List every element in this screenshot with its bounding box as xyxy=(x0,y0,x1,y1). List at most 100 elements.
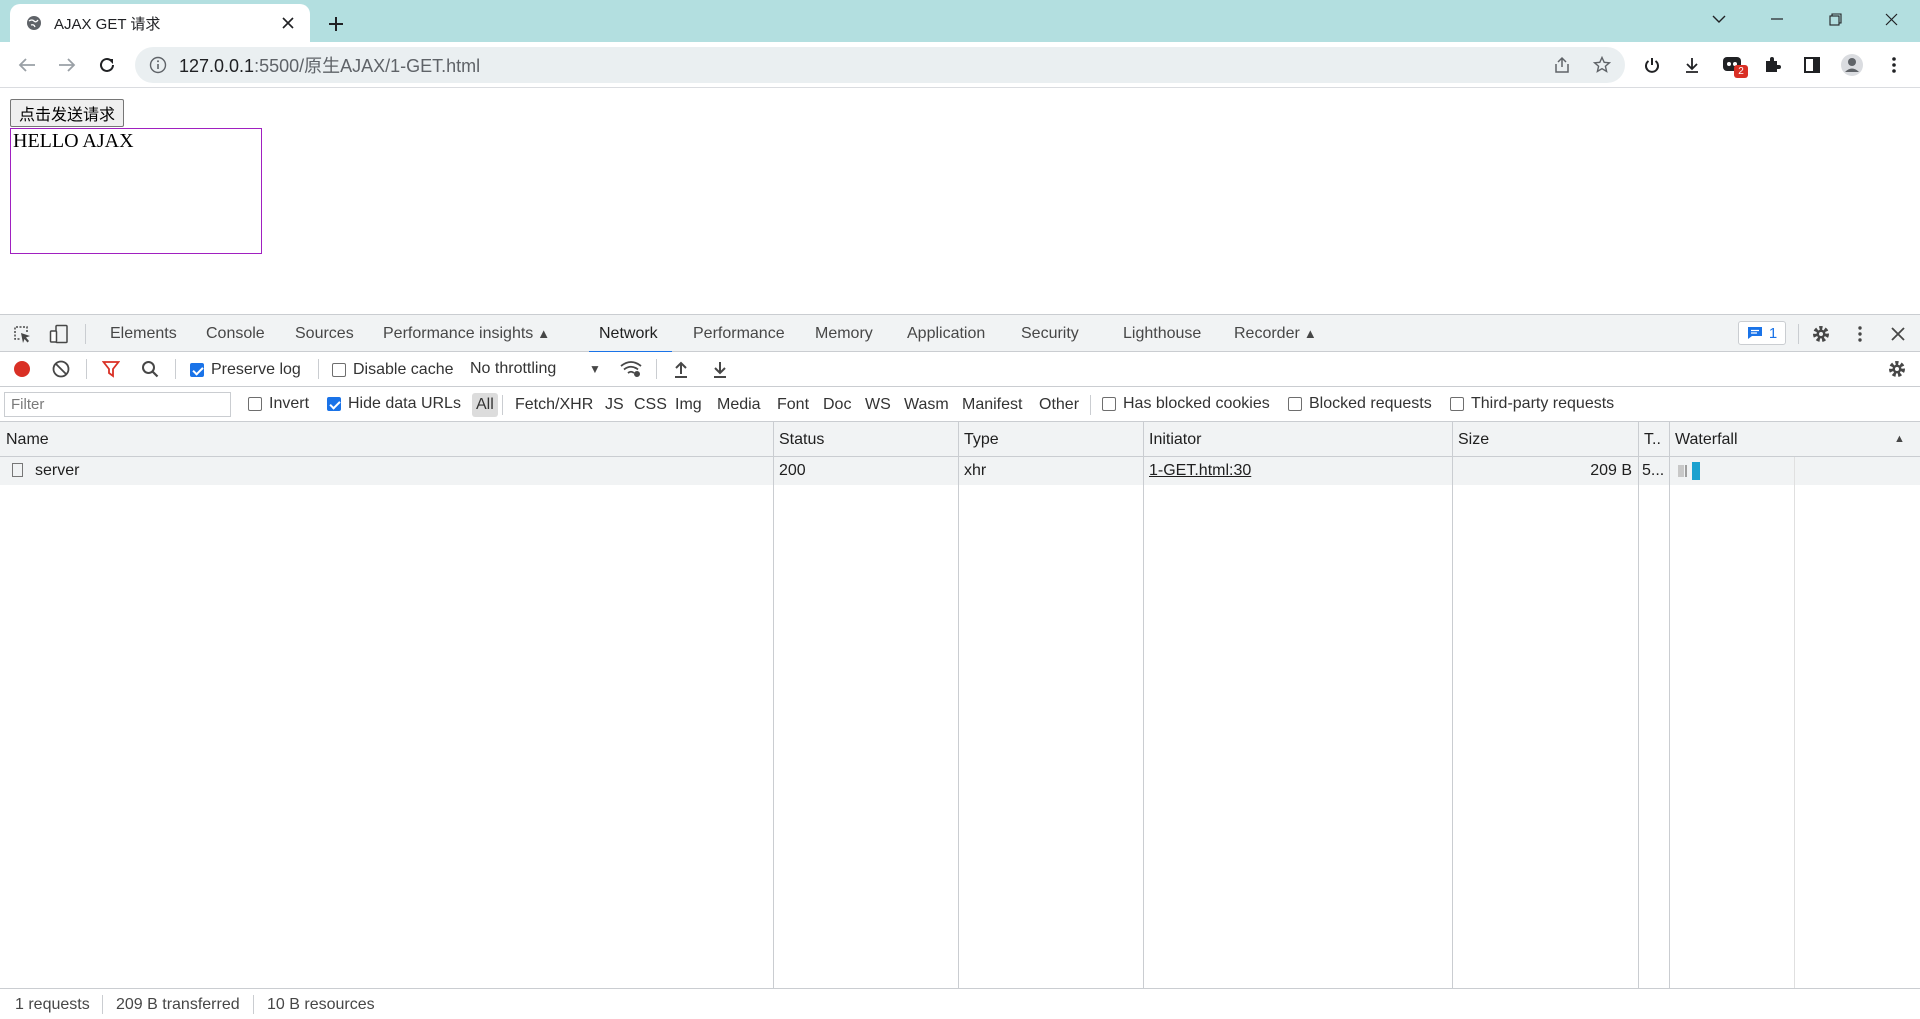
column-header-initiator[interactable]: Initiator xyxy=(1143,422,1452,457)
page-content: 点击发送请求 HELLO AJAX xyxy=(0,89,1920,314)
chrome-menu-icon[interactable] xyxy=(1882,53,1906,77)
network-settings-icon[interactable] xyxy=(1886,358,1908,380)
table-row[interactable]: server 200 xhr 1-GET.html:30 209 B 5... xyxy=(0,457,1920,485)
tab-console[interactable]: Console xyxy=(206,315,265,352)
network-summary-bar: 1 requests 209 B transferred 10 B resour… xyxy=(0,988,1920,1019)
devtools-settings-icon[interactable] xyxy=(1810,323,1832,345)
tab-sources[interactable]: Sources xyxy=(295,315,354,352)
inspect-element-icon[interactable] xyxy=(11,323,33,345)
tab-performance-insights[interactable]: Performance insights ▲ xyxy=(383,315,550,352)
import-har-icon[interactable] xyxy=(670,358,692,380)
throttling-select[interactable]: No throttling xyxy=(470,360,556,378)
share-icon[interactable] xyxy=(1551,54,1573,76)
type-filter-font[interactable]: Font xyxy=(773,393,813,417)
search-icon[interactable] xyxy=(139,358,161,380)
column-header-time[interactable]: T.. xyxy=(1638,422,1669,457)
side-panel-icon[interactable] xyxy=(1800,53,1824,77)
has-blocked-cookies-label: Has blocked cookies xyxy=(1123,395,1270,412)
devtools-more-icon[interactable] xyxy=(1849,323,1871,345)
issue-message-icon xyxy=(1747,327,1762,339)
request-size-cell: 209 B xyxy=(1590,462,1632,479)
has-blocked-cookies-checkbox[interactable]: Has blocked cookies xyxy=(1102,394,1270,414)
back-icon[interactable] xyxy=(12,50,42,80)
forward-icon[interactable] xyxy=(52,50,82,80)
checkbox-icon xyxy=(1450,397,1464,411)
tab-elements[interactable]: Elements xyxy=(110,315,177,352)
filter-input[interactable] xyxy=(4,392,231,417)
reload-icon[interactable] xyxy=(92,50,122,80)
request-count: 1 requests xyxy=(15,996,90,1013)
tab-network[interactable]: Network xyxy=(589,315,672,353)
devtools-close-icon[interactable] xyxy=(1887,323,1909,345)
network-conditions-icon[interactable] xyxy=(620,358,642,380)
tab-application[interactable]: Application xyxy=(907,315,985,352)
record-icon[interactable] xyxy=(11,358,33,380)
download-icon[interactable] xyxy=(1680,53,1704,77)
filter-funnel-icon[interactable] xyxy=(100,358,122,380)
profile-avatar-icon[interactable] xyxy=(1840,53,1864,77)
type-filter-img[interactable]: Img xyxy=(671,393,706,417)
filter-bar: Invert Hide data URLs All Fetch/XHR JS C… xyxy=(0,387,1920,422)
export-har-icon[interactable] xyxy=(709,358,731,380)
extensions-puzzle-icon[interactable] xyxy=(1760,53,1784,77)
result-box: HELLO AJAX xyxy=(10,128,262,254)
column-header-name[interactable]: Name xyxy=(0,422,773,457)
tab-strip: AJAX GET 请求 xyxy=(0,0,1920,42)
address-bar[interactable]: 127.0.0.1:5500/原生AJAX/1-GET.html xyxy=(135,47,1625,83)
column-header-type[interactable]: Type xyxy=(958,422,1143,457)
type-filter-doc[interactable]: Doc xyxy=(819,393,855,417)
dropdown-arrow-icon[interactable]: ▼ xyxy=(589,362,601,376)
disable-cache-checkbox[interactable]: Disable cache xyxy=(332,360,454,380)
clear-icon[interactable] xyxy=(50,358,72,380)
type-filter-fetch-xhr[interactable]: Fetch/XHR xyxy=(511,393,597,417)
restore-icon[interactable] xyxy=(1806,0,1864,38)
tab-security[interactable]: Security xyxy=(1021,315,1079,352)
devtools-panel: Elements Console Sources Performance ins… xyxy=(0,314,1920,1019)
type-filter-wasm[interactable]: Wasm xyxy=(900,393,953,417)
preserve-log-checkbox[interactable]: Preserve log xyxy=(190,360,301,380)
minimize-icon[interactable] xyxy=(1748,0,1806,38)
tab-memory[interactable]: Memory xyxy=(815,315,873,352)
sort-ascending-icon[interactable]: ▲ xyxy=(1888,422,1918,457)
column-header-waterfall[interactable]: Waterfall xyxy=(1669,422,1899,457)
tab-performance[interactable]: Performance xyxy=(693,315,785,352)
invert-checkbox[interactable]: Invert xyxy=(248,394,309,414)
tab-lighthouse[interactable]: Lighthouse xyxy=(1123,315,1201,352)
site-info-icon[interactable] xyxy=(149,56,167,74)
type-filter-ws[interactable]: WS xyxy=(861,393,895,417)
type-filter-css[interactable]: CSS xyxy=(630,393,671,417)
type-filter-all[interactable]: All xyxy=(472,393,498,417)
column-header-status[interactable]: Status xyxy=(773,422,958,457)
bookmark-star-icon[interactable] xyxy=(1591,54,1613,76)
invert-label: Invert xyxy=(269,395,310,412)
power-extension-icon[interactable] xyxy=(1640,53,1664,77)
request-time-cell: 5... xyxy=(1642,462,1665,479)
checkbox-checked-icon xyxy=(190,363,204,377)
close-tab-icon[interactable] xyxy=(278,13,298,33)
initiator-link[interactable]: 1-GET.html:30 xyxy=(1149,462,1251,479)
close-window-icon[interactable] xyxy=(1862,0,1920,38)
type-filter-js[interactable]: JS xyxy=(601,393,628,417)
type-filter-media[interactable]: Media xyxy=(713,393,765,417)
issues-counter-button[interactable]: 1 xyxy=(1738,321,1786,345)
column-header-size[interactable]: Size xyxy=(1452,422,1638,457)
transferred-size: 209 B transferred xyxy=(116,996,240,1013)
resources-size: 10 B resources xyxy=(267,996,375,1013)
tab-performance-insights-label: Performance insights xyxy=(383,325,534,342)
type-filter-other[interactable]: Other xyxy=(1035,393,1083,417)
issues-count: 1 xyxy=(1768,324,1778,342)
extension-badge-icon[interactable]: 2 xyxy=(1720,53,1748,78)
tab-recorder[interactable]: Recorder ▲ xyxy=(1234,315,1317,352)
device-toolbar-icon[interactable] xyxy=(48,323,70,345)
devtools-tab-bar: Elements Console Sources Performance ins… xyxy=(0,315,1920,353)
third-party-requests-checkbox[interactable]: Third-party requests xyxy=(1450,394,1614,414)
third-party-requests-label: Third-party requests xyxy=(1471,395,1615,412)
browser-tab[interactable]: AJAX GET 请求 xyxy=(10,4,310,42)
tab-search-chevron-icon[interactable] xyxy=(1690,0,1748,38)
waterfall-stalled-bar xyxy=(1685,465,1687,477)
send-request-button[interactable]: 点击发送请求 xyxy=(10,99,125,127)
new-tab-icon[interactable] xyxy=(322,10,350,38)
blocked-requests-checkbox[interactable]: Blocked requests xyxy=(1288,394,1432,414)
type-filter-manifest[interactable]: Manifest xyxy=(958,393,1026,417)
hide-data-urls-checkbox[interactable]: Hide data URLs xyxy=(327,394,461,414)
